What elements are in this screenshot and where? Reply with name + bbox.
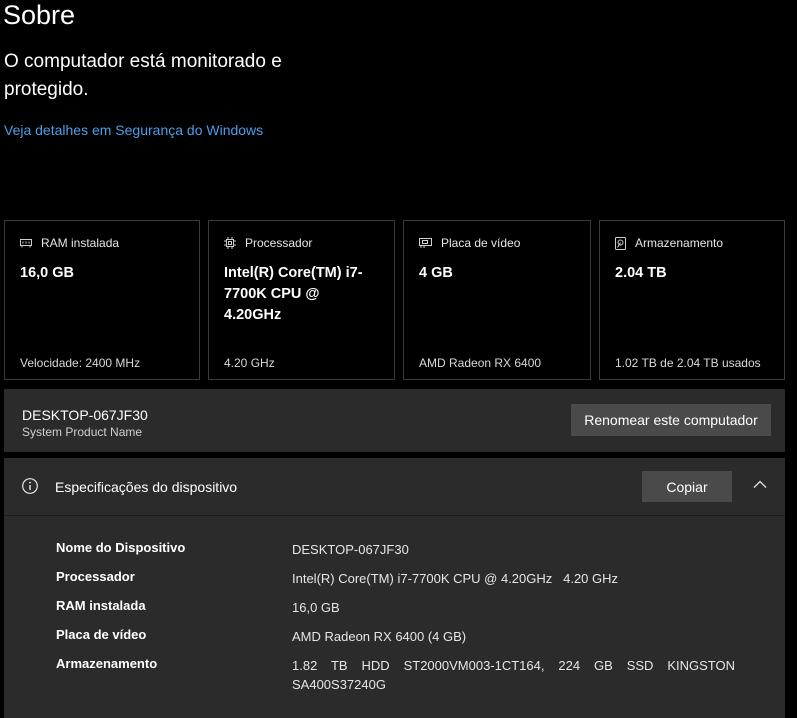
spec-value: DESKTOP-067JF30 (292, 542, 409, 557)
storage-card-value: 2.04 TB (615, 265, 667, 281)
spec-value: 1.82 TB HDD ST2000VM003-1CT164, 224 GB S… (292, 658, 735, 692)
device-name-bar: DESKTOP-067JF30 System Product Name Reno… (4, 389, 785, 452)
copy-button[interactable]: Copiar (642, 471, 732, 502)
spec-label: Armazenamento (56, 656, 158, 671)
info-icon (22, 478, 38, 494)
spec-value: AMD Radeon RX 6400 (4 GB) (292, 629, 467, 644)
spec-label: Processador (56, 569, 135, 584)
processor-card-value: Intel(R) Core(TM) i7-7700K CPU @ 4.20GHz (224, 265, 363, 323)
spec-label: Nome do Dispositivo (56, 540, 186, 555)
ram-card-footer: Velocidade: 2400 MHz (20, 356, 141, 370)
security-details-link[interactable]: Veja detalhes em Segurança do Windows (4, 122, 263, 138)
specifications-title: Especificações do dispositivo (55, 479, 238, 495)
rename-pc-button[interactable]: Renomear este computador (571, 404, 771, 436)
gpu-card: Placa de vídeo 4 GB AMD Radeon RX 6400 (403, 220, 591, 380)
chevron-up-icon[interactable] (753, 478, 767, 492)
processor-card-label: Processador (245, 236, 313, 250)
page-title: Sobre (3, 0, 76, 30)
cpu-icon (224, 237, 236, 249)
device-model: System Product Name (22, 425, 143, 439)
processor-card: Processador Intel(R) Core(TM) i7-7700K C… (208, 220, 395, 380)
ram-card-value: 16,0 GB (20, 265, 74, 281)
storage-icon (615, 236, 626, 250)
gpu-card-value: 4 GB (419, 265, 453, 281)
gpu-icon (419, 238, 432, 248)
storage-card-label: Armazenamento (635, 236, 724, 250)
protection-status: O computador está monitorado e protegido… (4, 51, 282, 100)
spec-label: Placa de vídeo (56, 627, 147, 642)
ram-icon (20, 239, 32, 248)
spec-value: Intel(R) Core(TM) i7-7700K CPU @ 4.20GHz… (292, 571, 619, 586)
device-specifications-panel: Especificações do dispositivo Copiar Nom… (4, 458, 785, 718)
spec-value: 16,0 GB (292, 600, 340, 615)
ram-card-label: RAM instalada (41, 236, 120, 250)
ram-card: RAM instalada 16,0 GB Velocidade: 2400 M… (4, 220, 200, 380)
processor-card-footer: 4.20 GHz (224, 356, 275, 370)
storage-card-footer: 1.02 TB de 2.04 TB usados (615, 356, 761, 370)
spec-label: RAM instalada (56, 598, 146, 613)
gpu-card-footer: AMD Radeon RX 6400 (419, 356, 542, 370)
device-name: DESKTOP-067JF30 (22, 407, 148, 423)
gpu-card-label: Placa de vídeo (441, 236, 521, 250)
storage-card: Armazenamento 2.04 TB 1.02 TB de 2.04 TB… (599, 220, 785, 380)
specifications-header[interactable]: Especificações do dispositivo Copiar (4, 458, 785, 516)
